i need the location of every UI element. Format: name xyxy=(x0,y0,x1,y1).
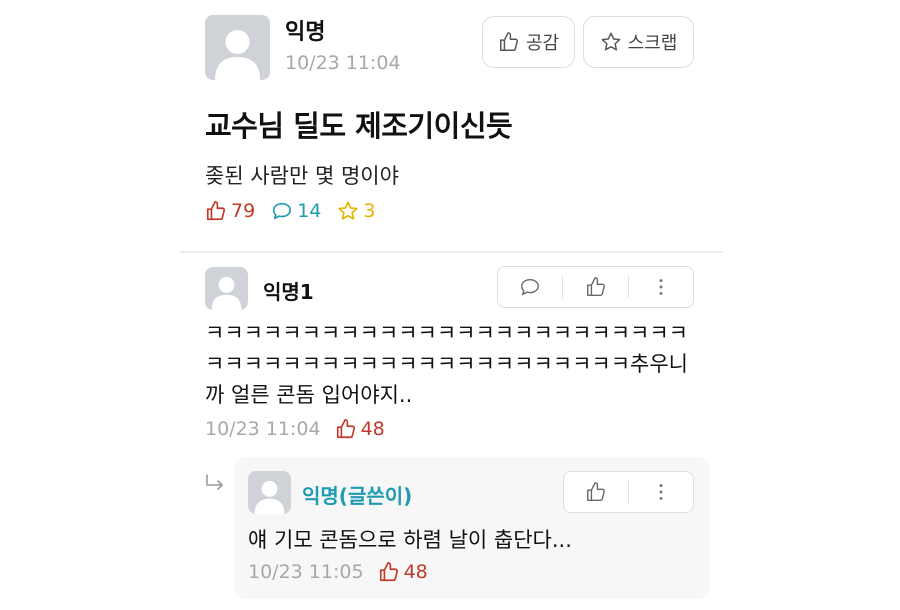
reply-button[interactable] xyxy=(498,267,562,307)
like-count: 79 xyxy=(205,200,255,222)
comment-author: 익명1 xyxy=(263,280,314,304)
comment-avatar xyxy=(205,267,248,310)
thumbs-up-icon xyxy=(586,277,605,296)
star-icon xyxy=(338,201,358,220)
comment-controls xyxy=(497,266,694,308)
person-avatar-icon xyxy=(215,30,260,80)
thumbs-up-icon xyxy=(379,562,398,582)
comment-like-button[interactable] xyxy=(563,267,627,307)
thumbs-up-icon xyxy=(587,482,605,501)
comment-bubble-icon xyxy=(273,202,292,220)
scrap-button-label: 스크랩 xyxy=(627,33,678,54)
comment-count: 14 xyxy=(271,200,321,222)
comment-meta: 10/23 11:04 48 xyxy=(205,418,385,440)
post-stats: 79 14 3 xyxy=(205,200,391,222)
reply-meta: 10/23 11:05 48 xyxy=(248,561,428,583)
reply-like-value: 48 xyxy=(403,561,428,583)
comment-like-count: 48 xyxy=(335,418,385,440)
more-options-button[interactable] xyxy=(629,267,693,307)
post-divider xyxy=(180,251,723,253)
comment-bubble-icon xyxy=(521,278,540,296)
like-button-label: 공감 xyxy=(525,33,560,54)
thumbs-up-icon xyxy=(336,419,355,439)
reply-avatar xyxy=(248,471,291,514)
reply-more-options-button[interactable] xyxy=(629,472,693,512)
post-title: 교수님 딜도 제조기이신듯 xyxy=(205,109,513,143)
comment-like-value: 48 xyxy=(360,418,385,440)
author-avatar xyxy=(205,15,270,80)
comment-text: ㅋㅋㅋㅋㅋㅋㅋㅋㅋㅋㅋㅋㅋㅋㅋㅋㅋㅋㅋㅋㅋㅋㅋㅋㅋㅋㅋㅋㅋㅋㅋㅋㅋㅋㅋㅋㅋㅋㅋㅋ… xyxy=(205,321,688,407)
person-avatar-icon xyxy=(254,480,285,514)
more-vertical-icon xyxy=(659,279,663,295)
like-count-value: 79 xyxy=(231,200,256,222)
scrap-button[interactable]: 스크랩 xyxy=(583,16,694,68)
reply-like-button[interactable] xyxy=(564,472,628,512)
comment-timestamp: 10/23 11:04 xyxy=(205,418,321,440)
post-body: 좆된 사람만 몇 명이야 xyxy=(205,164,399,188)
thumbs-up-icon xyxy=(499,32,518,51)
more-vertical-icon xyxy=(659,484,663,500)
reply-text: 얘 기모 콘돔으로 하렴 날이 춥단다... xyxy=(248,528,572,552)
reply-timestamp: 10/23 11:05 xyxy=(248,561,364,583)
star-icon xyxy=(601,32,621,51)
reply-author: 익명(글쓴이) xyxy=(302,484,413,508)
post-author: 익명 xyxy=(285,20,326,45)
scrap-count-value: 3 xyxy=(363,200,376,222)
thumbs-up-icon xyxy=(206,201,226,221)
reply-like-count: 48 xyxy=(378,561,428,583)
person-avatar-icon xyxy=(211,276,242,310)
reply-controls xyxy=(563,471,694,513)
scrap-count: 3 xyxy=(337,200,375,222)
reply-arrow-icon xyxy=(206,474,223,490)
comment-count-value: 14 xyxy=(297,200,322,222)
like-button[interactable]: 공감 xyxy=(482,16,575,68)
post-timestamp: 10/23 11:04 xyxy=(285,52,401,74)
